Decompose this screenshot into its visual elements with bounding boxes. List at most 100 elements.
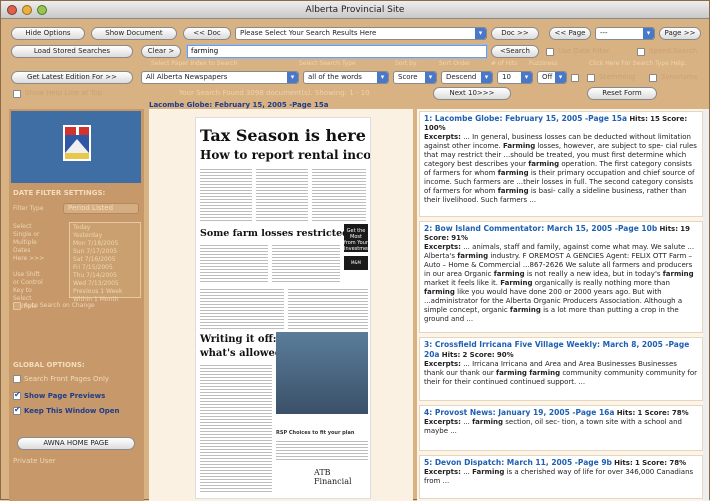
search-input[interactable]: farming xyxy=(187,45,487,58)
stemming-checkbox[interactable] xyxy=(587,74,595,82)
result-card[interactable]: 5: Devon Dispatch: March 11, 2005 -Page … xyxy=(419,455,703,499)
next-10-button[interactable]: Next 10>>> xyxy=(433,87,511,100)
chevron-down-icon: ▾ xyxy=(481,72,492,83)
date-help-line: or Control xyxy=(13,279,43,286)
date-option[interactable]: Today xyxy=(73,224,137,232)
show-help-line-checkbox[interactable] xyxy=(13,90,21,98)
search-type-select[interactable]: all of the words ▾ xyxy=(303,71,389,84)
canoe-photo xyxy=(276,332,368,414)
auto-search-option[interactable]: Auto Search on Change xyxy=(13,302,95,310)
result-title[interactable]: 4: Provost News: January 19, 2005 -Page … xyxy=(424,408,614,417)
next-document-button[interactable]: Doc >> xyxy=(491,27,539,40)
show-page-previews-checkbox[interactable] xyxy=(13,390,21,400)
sort-order-select[interactable]: Descend ▾ xyxy=(441,71,493,84)
score-value: 78% xyxy=(669,459,687,467)
search-type-help-link[interactable]: Click Here For Search Type Help. xyxy=(589,60,686,67)
fuzziness-select-value: Off xyxy=(542,73,553,81)
hits-label: Hits: xyxy=(616,409,636,417)
date-option[interactable]: Thu 7/14/2005 xyxy=(73,272,137,280)
search-results-select[interactable]: Please Select Your Search Results Here ▾ xyxy=(235,27,487,40)
date-option[interactable]: Wed 7/13/2005 xyxy=(73,280,137,288)
date-help-line: Single or xyxy=(13,231,40,238)
search-button[interactable]: <Search xyxy=(491,45,539,58)
article-column xyxy=(200,288,284,330)
result-excerpt: ... farming section, oil sec- tion, a to… xyxy=(424,418,682,435)
search-toolbar: Hide Options Show Document << Doc Please… xyxy=(1,20,709,103)
zoom-icon[interactable] xyxy=(37,5,47,15)
load-stored-searches-button[interactable]: Load Stored Searches xyxy=(11,45,133,58)
show-page-previews-option[interactable]: Show Page Previews xyxy=(13,390,105,400)
hits-select[interactable]: 10 ▾ xyxy=(497,71,533,84)
fuzziness-hint: Fuzziness xyxy=(529,60,558,67)
speed-search-checkbox[interactable] xyxy=(637,48,645,56)
previous-document-button[interactable]: << Doc xyxy=(183,27,231,40)
window-title: Alberta Provincial Site xyxy=(305,5,405,15)
clear-button[interactable]: Clear > xyxy=(141,45,181,58)
keep-window-open-checkbox[interactable] xyxy=(13,405,21,415)
article-column xyxy=(256,168,308,223)
newspaper-select[interactable]: All Alberta Newspapers ▾ xyxy=(141,71,299,84)
keep-window-open-label: Keep This Window Open xyxy=(24,407,120,415)
result-card[interactable]: 4: Provost News: January 19, 2005 -Page … xyxy=(419,405,703,451)
reset-form-button[interactable]: Reset Form xyxy=(587,87,657,100)
excerpts-label: Excerpts: xyxy=(424,243,461,251)
headline-writing-off: Writing it off: xyxy=(200,334,277,345)
results-scrollbar[interactable] xyxy=(703,109,709,501)
date-option[interactable]: Previous 1 Week xyxy=(73,288,137,296)
score-value: 90% xyxy=(496,351,514,359)
result-title[interactable]: 2: Bow Island Commentator: March 15, 200… xyxy=(424,224,657,233)
hits-select-value: 10 xyxy=(502,73,511,81)
date-option[interactable]: Yesterday xyxy=(73,232,137,240)
date-help-line: Use Shift xyxy=(13,271,40,278)
minimize-icon[interactable] xyxy=(22,5,32,15)
hits-label: Hits: xyxy=(629,115,648,123)
article-column xyxy=(272,244,340,284)
latest-edition-button[interactable]: Get Latest Edition For >> xyxy=(11,71,133,84)
newspaper-page-preview[interactable]: Tax Season is here How to report rental … xyxy=(195,117,371,499)
hits-count: 15 xyxy=(650,115,660,123)
close-icon[interactable] xyxy=(7,5,17,15)
sort-by-select[interactable]: Score ▾ xyxy=(393,71,437,84)
date-option[interactable]: Sun 7/17/2005 xyxy=(73,248,137,256)
synonyms-checkbox[interactable] xyxy=(649,74,657,82)
alberta-logo xyxy=(11,111,141,183)
alberta-crest-icon xyxy=(63,125,91,161)
search-front-pages-checkbox[interactable] xyxy=(13,375,21,383)
hide-options-button[interactable]: Hide Options xyxy=(11,27,85,40)
page-select[interactable]: --- ▾ xyxy=(595,27,655,40)
date-option[interactable]: Fri 7/15/2005 xyxy=(73,264,137,272)
fuzziness-checkbox[interactable] xyxy=(571,74,579,82)
search-type-select-value: all of the words xyxy=(308,73,362,81)
use-date-filter-checkbox[interactable] xyxy=(546,48,554,56)
auto-search-checkbox[interactable] xyxy=(13,302,21,310)
result-card[interactable]: 1: Lacombe Globe: February 15, 2005 -Pag… xyxy=(419,111,703,217)
stemming-label: Stemming xyxy=(599,73,635,81)
keep-window-open-option[interactable]: Keep This Window Open xyxy=(13,405,120,415)
date-listbox[interactable]: Today Yesterday Mon 7/18/2005 Sun 7/17/2005… xyxy=(69,222,141,303)
date-option[interactable]: Sat 7/16/2005 xyxy=(73,256,137,264)
date-option[interactable]: Mon 7/18/2005 xyxy=(73,240,137,248)
score-label: Score: xyxy=(424,234,449,242)
result-title[interactable]: 1: Lacombe Globe: February 15, 2005 -Pag… xyxy=(424,114,627,123)
result-excerpt: ... Farming is a cherished way of life f… xyxy=(424,468,694,485)
awna-home-button[interactable]: AWNA HOME PAGE xyxy=(17,437,135,450)
fuzziness-select[interactable]: Off ▾ xyxy=(537,71,567,84)
headline-farm-losses: Some farm losses restricted xyxy=(200,228,349,239)
result-card[interactable]: 3: Crossfield Irricana Five Village Week… xyxy=(419,337,703,401)
result-card[interactable]: 2: Bow Island Commentator: March 15, 200… xyxy=(419,221,703,333)
chevron-down-icon: ▾ xyxy=(555,72,566,83)
filter-type-select[interactable]: Period Listed xyxy=(63,203,139,214)
score-label: Score: xyxy=(662,115,688,123)
search-results-select-value: Please Select Your Search Results Here xyxy=(240,29,377,37)
result-excerpt: ... Irricana Irricana and Area and Area … xyxy=(424,360,698,386)
auto-search-label: Auto Search on Change xyxy=(24,302,95,309)
search-front-pages-option[interactable]: Search Front Pages Only xyxy=(13,375,109,383)
search-type-hint: Select Search Type xyxy=(299,60,356,67)
previous-page-button[interactable]: << Page xyxy=(549,27,591,40)
hits-label: Hits: xyxy=(441,351,461,359)
date-help-line: Dates xyxy=(13,247,31,254)
mini-logo: M&M COLLECTION xyxy=(344,256,369,279)
result-title[interactable]: 5: Devon Dispatch: March 11, 2005 -Page … xyxy=(424,458,612,467)
next-page-button[interactable]: Page >> xyxy=(659,27,701,40)
show-document-button[interactable]: Show Document xyxy=(91,27,177,40)
